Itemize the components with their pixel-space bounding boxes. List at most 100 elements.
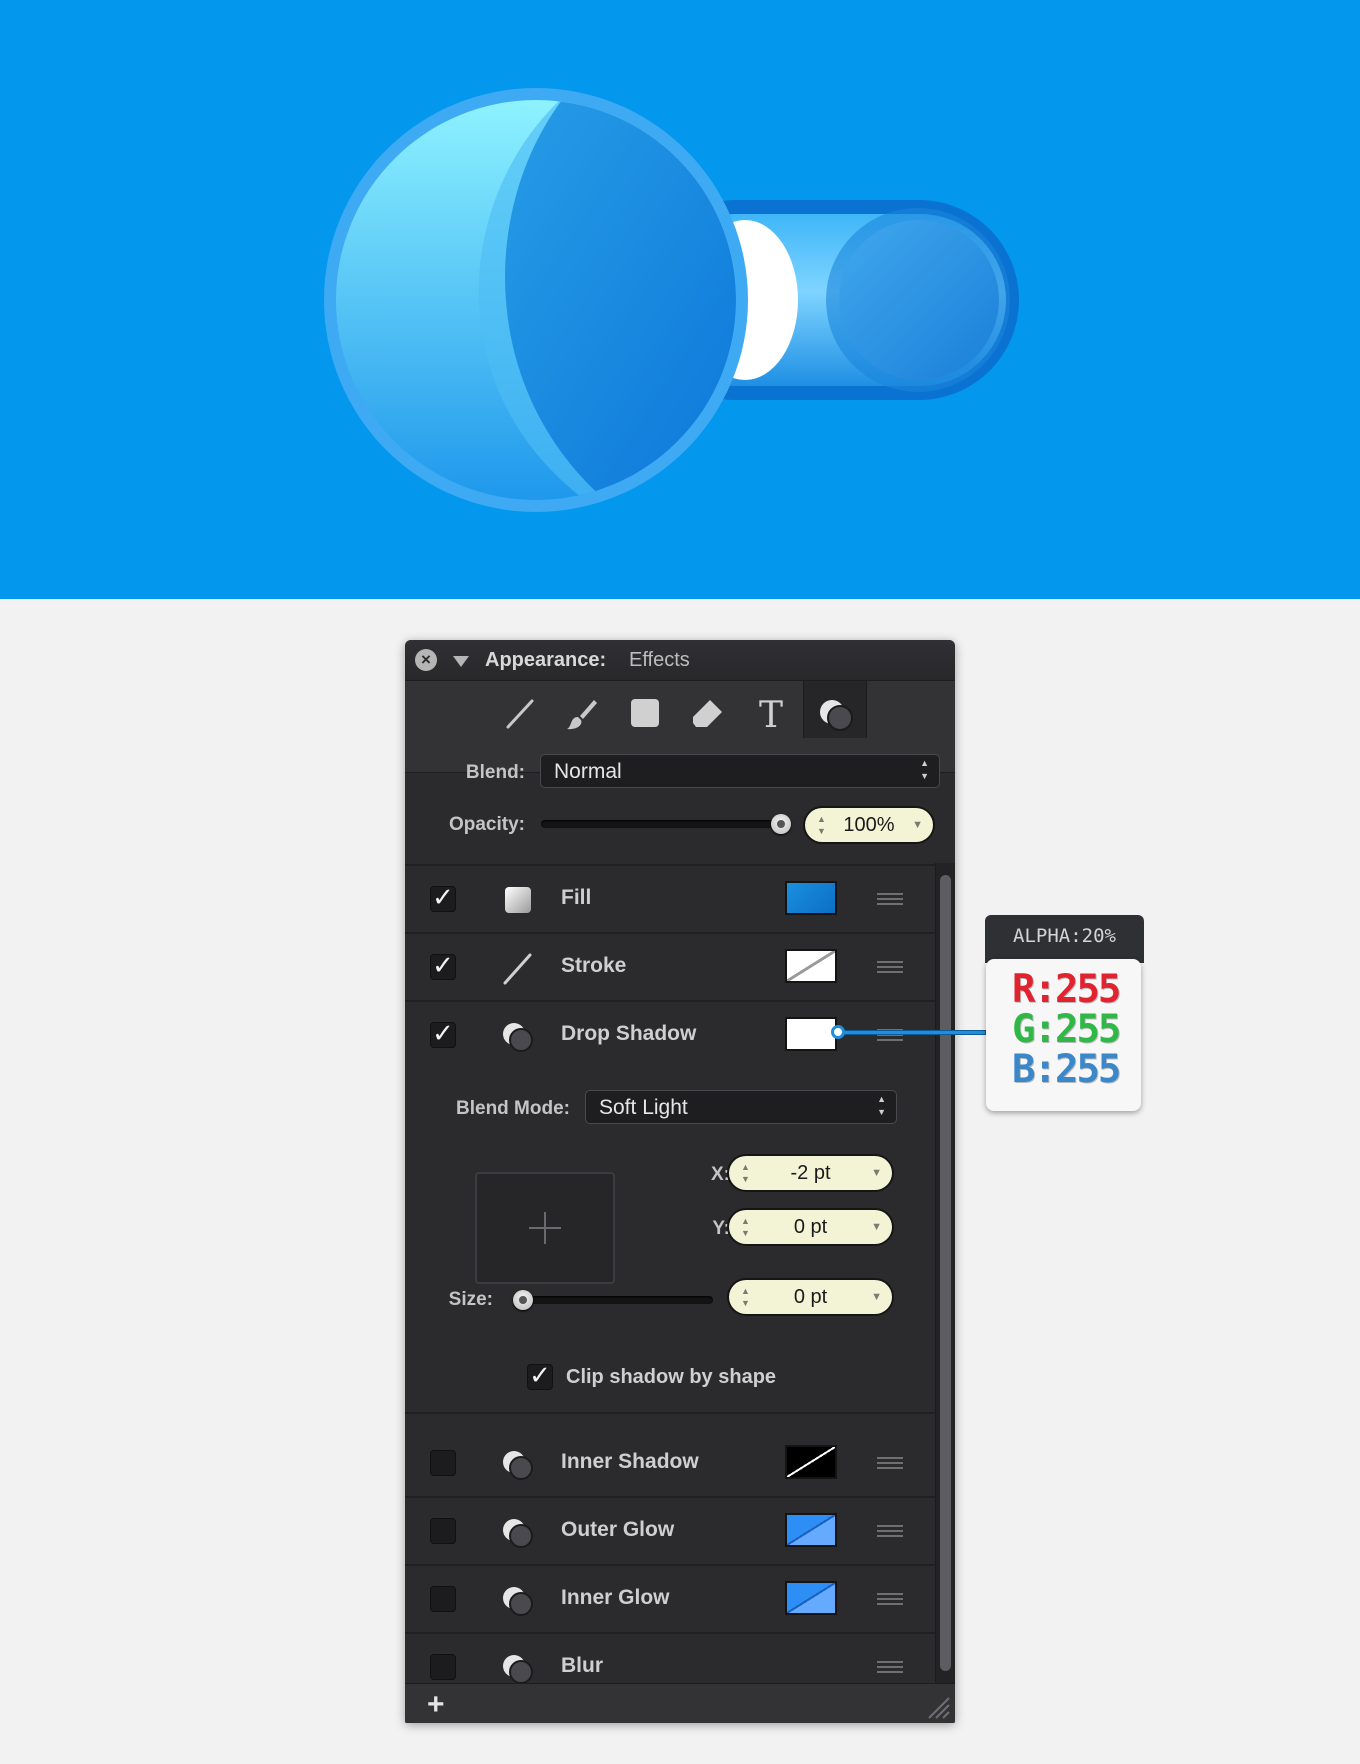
blend-mode-select[interactable]: Soft Light ▲ ▼	[585, 1090, 897, 1124]
color-swatch[interactable]	[785, 949, 837, 983]
effect-checkbox[interactable]: ✓	[430, 884, 456, 912]
line-tool-icon[interactable]	[489, 689, 551, 739]
shadow-offset-pad[interactable]	[475, 1172, 615, 1284]
effect-checkbox[interactable]: ✓	[430, 1020, 456, 1048]
green-value: G:255	[1012, 1007, 1121, 1052]
stepper-arrows-icon[interactable]: ▲ ▼	[817, 813, 826, 837]
panel-titlebar: × Appearance: Effects	[405, 640, 955, 681]
panel-title-value: Effects	[629, 649, 690, 671]
effect-row-stroke[interactable]: ✓ Stroke	[405, 934, 935, 1000]
reorder-handle-icon[interactable]	[877, 1593, 903, 1605]
color-swatch[interactable]	[785, 881, 837, 915]
add-effect-button[interactable]: +	[427, 1688, 445, 1722]
stepper-arrows-icon[interactable]: ▲ ▼	[741, 1285, 750, 1309]
effect-checkbox[interactable]	[430, 1654, 456, 1680]
reorder-handle-icon[interactable]	[877, 961, 903, 973]
resize-grip-icon[interactable]	[925, 1694, 951, 1720]
reorder-handle-icon[interactable]	[877, 1661, 903, 1673]
stepper-dropdown-icon[interactable]: ▼	[871, 1210, 882, 1244]
effect-row-outer-glow[interactable]: Outer Glow	[405, 1498, 935, 1564]
effect-checkbox[interactable]: ✓	[430, 952, 456, 980]
brush-tool-icon[interactable]	[551, 689, 613, 739]
rectangle-tool-icon[interactable]	[614, 689, 676, 739]
opacity-label: Opacity:	[448, 814, 525, 835]
effect-checkbox[interactable]	[430, 1518, 456, 1544]
size-slider-knob[interactable]	[513, 1290, 533, 1310]
reorder-handle-icon[interactable]	[877, 1525, 903, 1537]
alpha-tab: ALPHA:20%	[985, 915, 1144, 963]
hero-artwork	[0, 0, 1360, 599]
size-slider-track[interactable]	[513, 1296, 713, 1304]
alpha-value: ALPHA:20%	[1013, 925, 1116, 947]
reorder-handle-icon[interactable]	[877, 1457, 903, 1469]
checkmark-icon: ✓	[432, 882, 454, 912]
blend-select-value: Normal	[554, 760, 622, 783]
clip-shadow-checkbox[interactable]: ✓	[527, 1362, 553, 1390]
stepper-arrows-icon[interactable]: ▲ ▼	[741, 1161, 750, 1185]
y-stepper[interactable]: ▲ ▼ 0 pt ▼	[729, 1210, 892, 1244]
row-divider	[405, 1412, 935, 1414]
effect-name: Stroke	[561, 954, 627, 977]
blend-select[interactable]: Normal ▲ ▼	[540, 754, 940, 788]
stepper-dropdown-icon[interactable]: ▼	[871, 1156, 882, 1190]
crosshair-icon	[529, 1212, 561, 1244]
select-arrows-icon: ▲ ▼	[877, 1094, 886, 1117]
effect-row-drop-shadow[interactable]: ✓ Drop Shadow	[405, 1002, 935, 1068]
effect-name: Inner Shadow	[561, 1450, 699, 1473]
color-swatch[interactable]	[785, 1581, 837, 1615]
disclosure-triangle-icon[interactable]	[453, 656, 469, 667]
effect-row-inner-glow[interactable]: Inner Glow	[405, 1566, 935, 1632]
effect-row-inner-shadow[interactable]: Inner Shadow	[405, 1430, 935, 1496]
size-stepper[interactable]: ▲ ▼ 0 pt ▼	[729, 1280, 892, 1314]
x-stepper[interactable]: ▲ ▼ -2 pt ▼	[729, 1156, 892, 1190]
color-swatch[interactable]	[785, 1445, 837, 1479]
blend-mode-label: Blend Mode:	[456, 1098, 570, 1119]
callout-connector-dot	[831, 1025, 845, 1039]
rgb-values-card: R:255 G:255 B:255	[986, 959, 1141, 1111]
color-swatch[interactable]	[785, 1017, 837, 1051]
x-value: -2 pt	[790, 1162, 831, 1184]
opacity-slider-knob[interactable]	[771, 814, 791, 834]
shadow-effect-icon	[503, 1023, 533, 1052]
stroke-icon	[503, 953, 532, 985]
callout-connector	[838, 1030, 986, 1035]
close-icon[interactable]: ×	[415, 649, 437, 671]
text-tool-icon[interactable]: T	[740, 689, 802, 739]
size-value: 0 pt	[793, 1286, 828, 1308]
effect-checkbox[interactable]	[430, 1586, 456, 1612]
effect-name: Drop Shadow	[561, 1022, 697, 1045]
opacity-slider-track[interactable]	[541, 820, 781, 828]
checkmark-icon: ✓	[529, 1360, 551, 1390]
checkmark-icon: ✓	[432, 950, 454, 980]
scrollbar-thumb[interactable]	[940, 875, 951, 1671]
checkmark-icon: ✓	[432, 1018, 454, 1048]
select-arrows-icon: ▲ ▼	[920, 758, 929, 781]
x-label: X:	[711, 1164, 730, 1185]
text-tool-glyph: T	[759, 697, 783, 733]
fill-icon	[505, 887, 531, 913]
shadow-effect-icon	[503, 1587, 533, 1616]
stepper-arrows-icon[interactable]: ▲ ▼	[741, 1215, 750, 1239]
shadow-effect-icon	[503, 1519, 533, 1548]
effects-tool-icon[interactable]	[803, 681, 867, 738]
size-label: Size:	[448, 1289, 493, 1310]
effect-name: Fill	[561, 886, 592, 909]
clip-shadow-label: Clip shadow by shape	[566, 1366, 777, 1388]
small-knob	[839, 220, 999, 380]
red-value: R:255	[1012, 967, 1121, 1012]
stepper-dropdown-icon[interactable]: ▼	[912, 808, 923, 842]
color-swatch[interactable]	[785, 1513, 837, 1547]
opacity-stepper[interactable]: ▲ ▼ 100% ▼	[805, 808, 933, 842]
stepper-dropdown-icon[interactable]: ▼	[871, 1280, 882, 1314]
effect-name: Inner Glow	[561, 1586, 670, 1609]
effects-scrollbar[interactable]	[935, 863, 955, 1683]
opacity-value: 100%	[843, 814, 895, 836]
effect-name: Outer Glow	[561, 1518, 675, 1541]
reorder-handle-icon[interactable]	[877, 893, 903, 905]
blue-value: B:255	[1012, 1047, 1121, 1092]
effect-checkbox[interactable]	[430, 1450, 456, 1476]
big-knob	[336, 100, 736, 500]
eraser-tool-icon[interactable]	[677, 689, 739, 739]
y-label: Y:	[712, 1218, 730, 1239]
effect-row-fill[interactable]: ✓ Fill	[405, 866, 935, 932]
